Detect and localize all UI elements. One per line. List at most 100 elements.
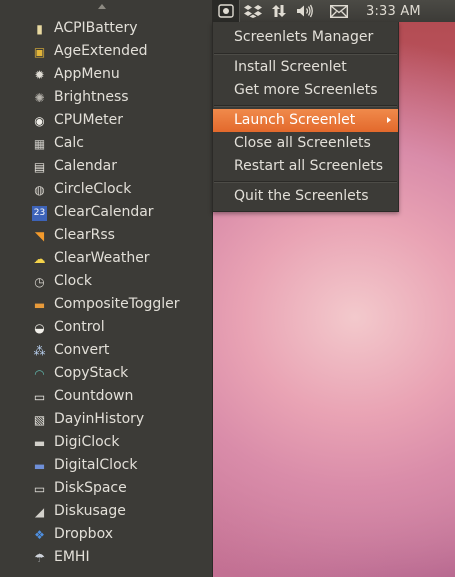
rss-icon: ◥ (34, 229, 45, 243)
convert-icon: ⁂ (33, 344, 46, 358)
submenu-item-label: Clock (54, 273, 93, 289)
volume-icon[interactable] (292, 0, 318, 22)
screenlets-menu: Screenlets Manager Install Screenlet Get… (212, 22, 399, 212)
menu-item-label: Launch Screenlet (234, 112, 356, 128)
mail-envelope-icon[interactable] (326, 0, 352, 22)
menu-separator (214, 53, 397, 55)
day-in-history-icon: ▧ (33, 413, 46, 427)
menu-item-label: Screenlets Manager (234, 29, 374, 45)
menu-item-label: Get more Screenlets (234, 82, 378, 98)
menu-item-label: Restart all Screenlets (234, 158, 383, 174)
screenlets-tray-icon[interactable] (212, 0, 240, 22)
submenu-item-control[interactable]: ◒ Control (0, 317, 212, 340)
submenu-item-label: DiskSpace (54, 480, 127, 496)
launch-screenlet-submenu: ▮ ACPIBattery ▣ AgeExtended ✹ AppMenu ✺ Brightn… (0, 0, 213, 577)
control-icon: ◒ (34, 321, 45, 335)
submenu-item-label: AppMenu (54, 66, 120, 82)
disk-space-icon: ▭ (33, 482, 46, 496)
top-panel: 3:33 AM (212, 0, 455, 22)
submenu-item-label: Diskusage (54, 503, 126, 519)
submenu-item-label: Countdown (54, 388, 134, 404)
submenu-item-ageextended[interactable]: ▣ AgeExtended (0, 41, 212, 64)
clock-icon: ◷ (34, 275, 45, 289)
composite-toggler-icon: ▬ (33, 298, 46, 312)
scroll-up-arrow-icon[interactable] (98, 4, 106, 9)
dropbox-app-icon: ❖ (34, 528, 45, 542)
submenu-item-acpibattery[interactable]: ▮ ACPIBattery (0, 18, 212, 41)
submenu-item-diskspace[interactable]: ▭ DiskSpace (0, 478, 212, 501)
submenu-item-label: CircleClock (54, 181, 132, 197)
calculator-icon: ▦ (33, 137, 46, 151)
age-icon: ▣ (33, 45, 46, 59)
digital-clock-icon: ▬ (33, 459, 46, 473)
submenu-item-dropbox[interactable]: ❖ Dropbox (0, 524, 212, 547)
submenu-item-brightness[interactable]: ✺ Brightness (0, 87, 212, 110)
menu-item-screenlets-manager[interactable]: Screenlets Manager (213, 26, 398, 49)
menu-item-label: Quit the Screenlets (234, 188, 369, 204)
submenu-item-clearcalendar[interactable]: 23 ClearCalendar (0, 202, 212, 225)
submenu-item-digitalclock[interactable]: ▬ DigitalClock (0, 455, 212, 478)
menu-item-close-all-screenlets[interactable]: Close all Screenlets (213, 132, 398, 155)
submenu-item-label: ClearWeather (54, 250, 150, 266)
submenu-item-label: CPUMeter (54, 112, 124, 128)
submenu-item-clearweather[interactable]: ☁ ClearWeather (0, 248, 212, 271)
submenu-item-copystack[interactable]: ◠ CopyStack (0, 363, 212, 386)
submenu-item-compositetoggler[interactable]: ▬ CompositeToggler (0, 294, 212, 317)
submenu-item-calc[interactable]: ▦ Calc (0, 133, 212, 156)
submenu-item-label: Calc (54, 135, 84, 151)
menu-item-get-more-screenlets[interactable]: Get more Screenlets (213, 79, 398, 102)
battery-icon: ▮ (36, 22, 43, 36)
menu-item-install-screenlet[interactable]: Install Screenlet (213, 56, 398, 79)
menu-item-launch-screenlet[interactable]: Launch Screenlet (213, 109, 398, 132)
circle-clock-icon: ◍ (34, 183, 45, 197)
clock[interactable]: 3:33 AM (366, 4, 421, 19)
submenu-item-label: AgeExtended (54, 43, 148, 59)
submenu-item-clock[interactable]: ◷ Clock (0, 271, 212, 294)
calendar-icon: ▤ (33, 160, 46, 174)
dropbox-icon[interactable] (240, 0, 266, 22)
menu-item-restart-all-screenlets[interactable]: Restart all Screenlets (213, 155, 398, 178)
submenu-item-label: Dropbox (54, 526, 113, 542)
submenu-item-label: CompositeToggler (54, 296, 180, 312)
submenu-item-label: ClearRss (54, 227, 115, 243)
submenu-item-dayinhistory[interactable]: ▧ DayinHistory (0, 409, 212, 432)
menu-separator (214, 105, 397, 107)
disk-usage-icon: ◢ (34, 505, 45, 519)
menu-item-quit-the-screenlets[interactable]: Quit the Screenlets (213, 185, 398, 208)
submenu-item-cpumeter[interactable]: ◉ CPUMeter (0, 110, 212, 133)
submenu-item-label: DigitalClock (54, 457, 138, 473)
submenu-item-label: CopyStack (54, 365, 129, 381)
cpu-meter-icon: ◉ (34, 114, 45, 128)
submenu-item-countdown[interactable]: ▭ Countdown (0, 386, 212, 409)
menu-separator (214, 181, 397, 183)
menu-item-label: Close all Screenlets (234, 135, 371, 151)
submenu-item-emhi[interactable]: ☂ EMHI (0, 547, 212, 570)
copy-stack-icon: ◠ (34, 367, 45, 381)
submenu-item-digiclock[interactable]: ▬ DigiClock (0, 432, 212, 455)
submenu-item-label: Control (54, 319, 105, 335)
submenu-item-label: ACPIBattery (54, 20, 138, 36)
submenu-arrow-icon (387, 117, 391, 123)
submenu-item-clearrss[interactable]: ◥ ClearRss (0, 225, 212, 248)
submenu-item-label: DigiClock (54, 434, 120, 450)
submenu-item-label: Brightness (54, 89, 129, 105)
submenu-item-appmenu[interactable]: ✹ AppMenu (0, 64, 212, 87)
submenu-item-label: EMHI (54, 549, 90, 565)
network-arrows-icon[interactable] (266, 0, 292, 22)
submenu-item-convert[interactable]: ⁂ Convert (0, 340, 212, 363)
submenu-item-label: ClearCalendar (54, 204, 154, 220)
clear-calendar-icon: 23 (32, 206, 47, 221)
submenu-item-label: DayinHistory (54, 411, 145, 427)
submenu-item-diskusage[interactable]: ◢ Diskusage (0, 501, 212, 524)
digi-clock-icon: ▬ (33, 436, 46, 450)
emhi-weather-icon: ☂ (34, 551, 45, 565)
sun-icon: ✺ (34, 91, 45, 105)
countdown-icon: ▭ (33, 390, 46, 404)
weather-icon: ☁ (33, 252, 46, 266)
gear-icon: ✹ (34, 68, 45, 82)
submenu-item-circleclock[interactable]: ◍ CircleClock (0, 179, 212, 202)
submenu-item-label: Convert (54, 342, 110, 358)
menu-item-label: Install Screenlet (234, 59, 347, 75)
submenu-item-calendar[interactable]: ▤ Calendar (0, 156, 212, 179)
submenu-item-label: Calendar (54, 158, 117, 174)
